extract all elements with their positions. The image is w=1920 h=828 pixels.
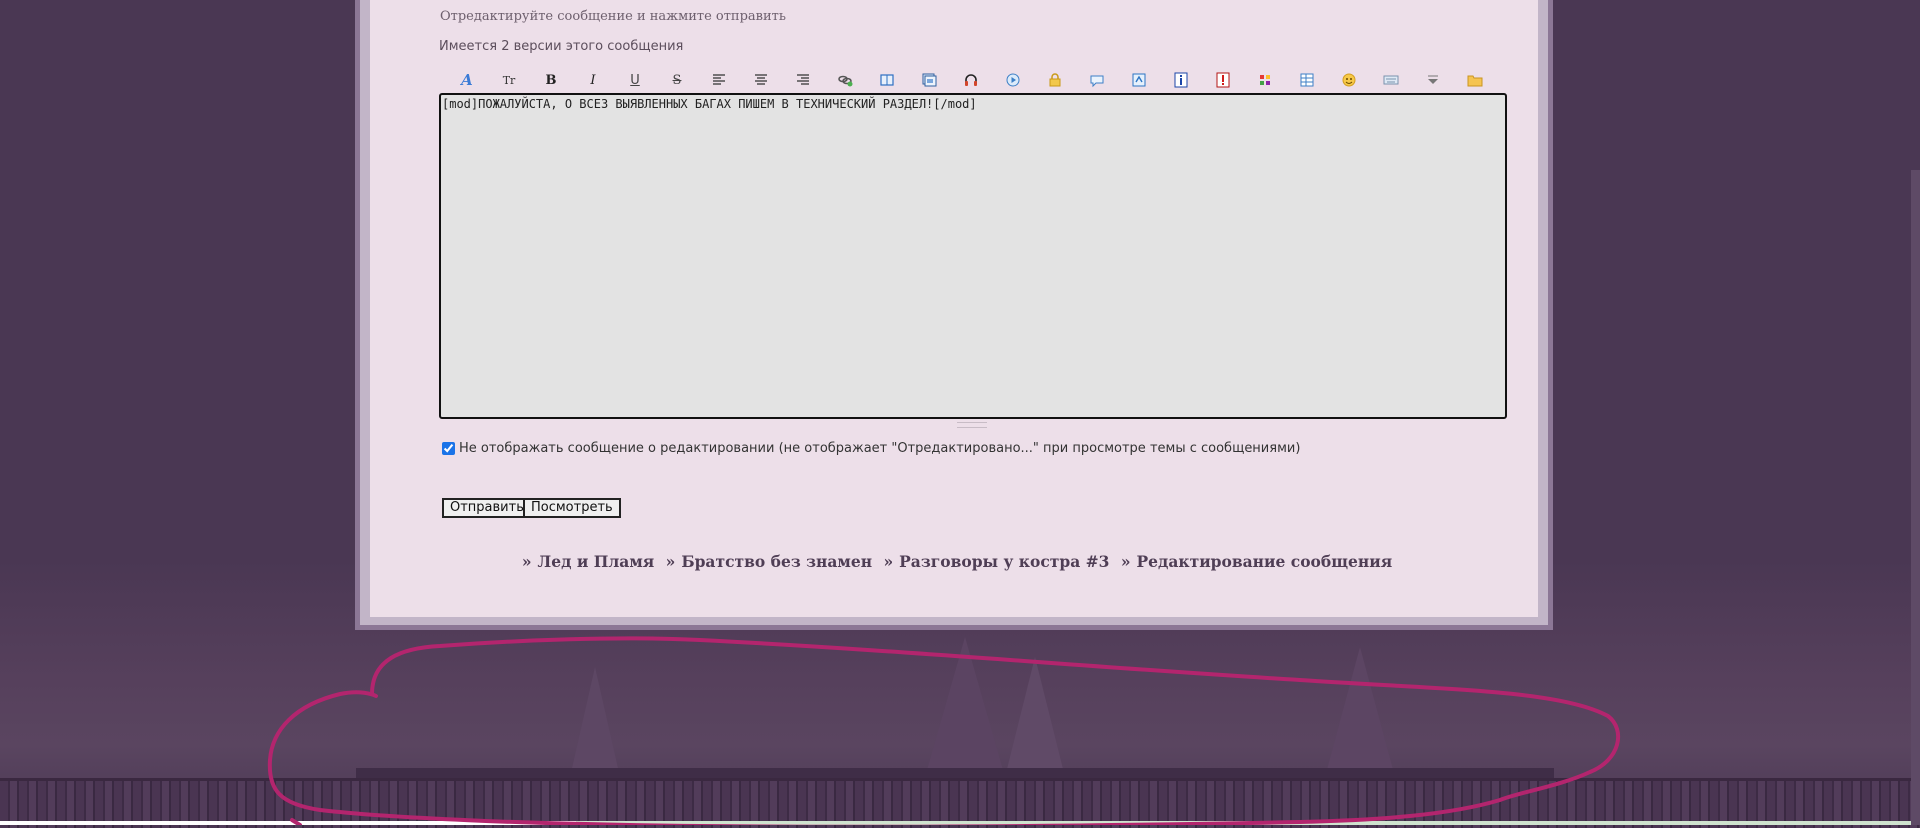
content-frame: Отредактируйте сообщение и нажмите отпра…	[355, 0, 1553, 630]
book-icon[interactable]	[866, 70, 908, 90]
table-icon[interactable]	[1286, 70, 1328, 90]
tree-silhouette	[1005, 657, 1065, 777]
align-right-icon[interactable]	[782, 70, 824, 90]
breadcrumb-separator: »	[521, 552, 532, 571]
spoiler-icon[interactable]	[1118, 70, 1160, 90]
align-left-icon[interactable]	[698, 70, 740, 90]
audio-icon[interactable]	[950, 70, 992, 90]
preview-button[interactable]: Посмотреть	[523, 498, 621, 518]
breadcrumb-item-section[interactable]: Братство без знамен	[681, 552, 872, 571]
tree-silhouette	[925, 637, 1005, 777]
hide-edit-notice-option[interactable]: Не отображать сообщение о редактировании…	[442, 441, 1300, 456]
edit-post-panel: Отредактируйте сообщение и нажмите отпра…	[370, 0, 1538, 617]
lock-icon[interactable]	[1034, 70, 1076, 90]
breadcrumb-item-topic[interactable]: Разговоры у костра #3	[899, 552, 1109, 571]
keyboard-icon[interactable]	[1370, 70, 1412, 90]
submit-button[interactable]: Отправить	[442, 498, 532, 518]
font-size-icon[interactable]: Tr	[488, 70, 530, 90]
video-icon[interactable]	[992, 70, 1034, 90]
bottom-strip	[0, 821, 1920, 825]
align-center-icon[interactable]	[740, 70, 782, 90]
underline-icon[interactable]: U	[614, 70, 656, 90]
hide-edit-notice-label: Не отображать сообщение о редактировании…	[459, 441, 1301, 456]
link-icon[interactable]	[824, 70, 866, 90]
folder-icon[interactable]	[1454, 70, 1496, 90]
font-color-icon[interactable]: A	[446, 70, 488, 90]
versions-note: Имеется 2 версии этого сообщения	[439, 39, 684, 54]
color-palette-icon[interactable]	[1244, 70, 1286, 90]
quote-icon[interactable]	[1076, 70, 1118, 90]
breadcrumb: » Лед и Пламя » Братство без знамен » Разго…	[370, 552, 1538, 571]
smiley-icon[interactable]	[1328, 70, 1370, 90]
info-icon[interactable]	[1160, 70, 1202, 90]
textarea-resize-grip[interactable]	[957, 422, 987, 428]
warning-icon[interactable]	[1202, 70, 1244, 90]
edit-hint: Отредактируйте сообщение и нажмите отпра…	[440, 9, 786, 24]
tree-silhouette	[570, 667, 620, 777]
strikethrough-icon[interactable]: S	[656, 70, 698, 90]
breadcrumb-separator: »	[665, 552, 676, 571]
breadcrumb-separator: »	[883, 552, 894, 571]
italic-icon[interactable]: I	[572, 70, 614, 90]
breadcrumb-item-current: Редактирование сообщения	[1136, 552, 1393, 571]
image-icon[interactable]	[908, 70, 950, 90]
message-textarea[interactable]: [mod]ПОЖАЛУЙСТА, О ВСЕЗ ВЫЯВЛЕННЫХ БАГАХ…	[439, 93, 1507, 419]
bold-icon[interactable]: B	[530, 70, 572, 90]
breadcrumb-item-forum[interactable]: Лед и Пламя	[538, 552, 655, 571]
tree-silhouette	[1325, 647, 1395, 777]
dropdown-icon[interactable]	[1412, 70, 1454, 90]
scrollbar-thumb[interactable]	[1911, 170, 1920, 825]
hide-edit-notice-checkbox[interactable]	[442, 442, 455, 455]
breadcrumb-separator: »	[1120, 552, 1131, 571]
formatting-toolbar: A Tr B I U S	[446, 70, 1496, 90]
frame-inner: Отредактируйте сообщение и нажмите отпра…	[360, 0, 1548, 625]
